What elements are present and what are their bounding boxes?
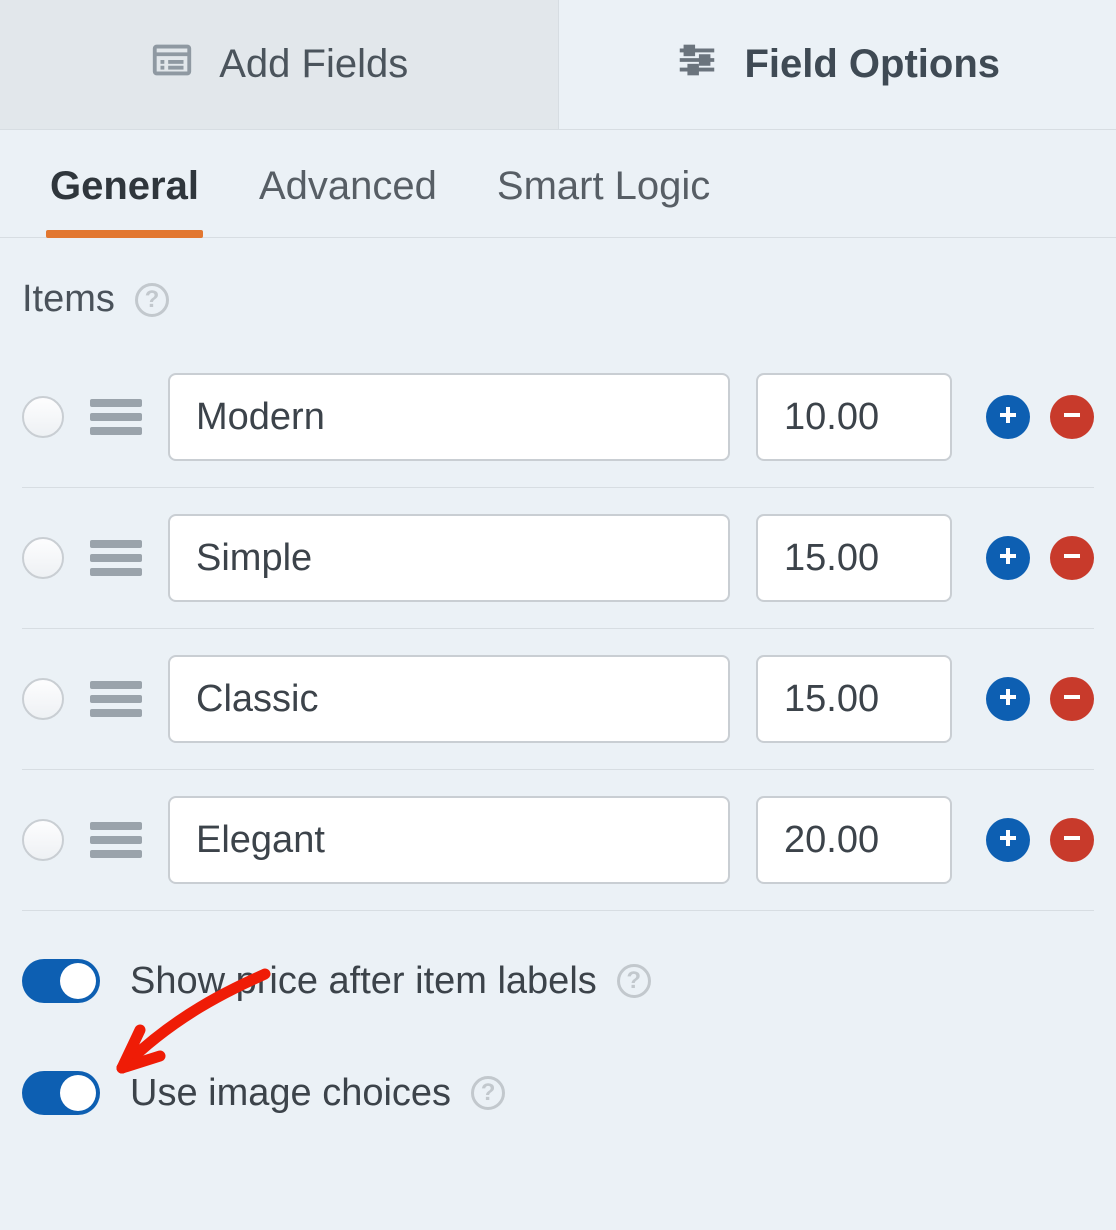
toggle-label: Use image choices <box>130 1072 451 1115</box>
add-item-button[interactable] <box>986 395 1030 439</box>
row-actions <box>978 818 1094 862</box>
row-actions <box>978 536 1094 580</box>
row-actions <box>978 677 1094 721</box>
item-row <box>22 629 1094 770</box>
sub-tab-smart-logic[interactable]: Smart Logic <box>497 164 710 237</box>
list-icon <box>149 37 195 93</box>
add-item-button[interactable] <box>986 677 1030 721</box>
item-price-input[interactable] <box>756 796 952 884</box>
add-item-button[interactable] <box>986 536 1030 580</box>
item-row <box>22 770 1094 911</box>
tab-add-fields[interactable]: Add Fields <box>0 0 559 129</box>
item-label-input[interactable] <box>168 796 730 884</box>
toggle-use-image-choices[interactable] <box>22 1071 100 1115</box>
help-icon[interactable]: ? <box>617 964 651 998</box>
top-tab-bar: Add Fields Field Options <box>0 0 1116 130</box>
drag-handle-icon[interactable] <box>90 677 142 721</box>
remove-item-button[interactable] <box>1050 395 1094 439</box>
remove-item-button[interactable] <box>1050 818 1094 862</box>
sub-tab-advanced[interactable]: Advanced <box>259 164 437 237</box>
sub-tab-general[interactable]: General <box>50 164 199 237</box>
plus-icon <box>996 826 1020 855</box>
tab-field-options[interactable]: Field Options <box>559 0 1116 129</box>
help-icon[interactable]: ? <box>135 283 169 317</box>
default-radio[interactable] <box>22 396 64 438</box>
plus-icon <box>996 403 1020 432</box>
tab-label: Field Options <box>744 42 1000 87</box>
item-label-input[interactable] <box>168 514 730 602</box>
default-radio[interactable] <box>22 819 64 861</box>
section-title: Items <box>22 278 115 321</box>
drag-handle-icon[interactable] <box>90 395 142 439</box>
item-price-input[interactable] <box>756 373 952 461</box>
toggle-label: Show price after item labels <box>130 960 597 1003</box>
item-row <box>22 347 1094 488</box>
remove-item-button[interactable] <box>1050 677 1094 721</box>
item-price-input[interactable] <box>756 514 952 602</box>
remove-item-button[interactable] <box>1050 536 1094 580</box>
minus-icon <box>1060 826 1084 855</box>
toggle-show-price[interactable] <box>22 959 100 1003</box>
item-row <box>22 488 1094 629</box>
minus-icon <box>1060 544 1084 573</box>
minus-icon <box>1060 403 1084 432</box>
plus-icon <box>996 685 1020 714</box>
plus-icon <box>996 544 1020 573</box>
row-actions <box>978 395 1094 439</box>
sub-tab-bar: General Advanced Smart Logic <box>0 130 1116 238</box>
add-item-button[interactable] <box>986 818 1030 862</box>
default-radio[interactable] <box>22 537 64 579</box>
minus-icon <box>1060 685 1084 714</box>
item-label-input[interactable] <box>168 373 730 461</box>
tab-label: Add Fields <box>219 42 408 87</box>
toggle-show-price-row: Show price after item labels ? <box>22 931 1094 1003</box>
default-radio[interactable] <box>22 678 64 720</box>
help-icon[interactable]: ? <box>471 1076 505 1110</box>
drag-handle-icon[interactable] <box>90 818 142 862</box>
item-price-input[interactable] <box>756 655 952 743</box>
items-section: Items ? <box>0 238 1116 1115</box>
toggle-image-choices-row: Use image choices ? <box>22 1043 1094 1115</box>
drag-handle-icon[interactable] <box>90 536 142 580</box>
item-label-input[interactable] <box>168 655 730 743</box>
sliders-icon <box>674 37 720 93</box>
